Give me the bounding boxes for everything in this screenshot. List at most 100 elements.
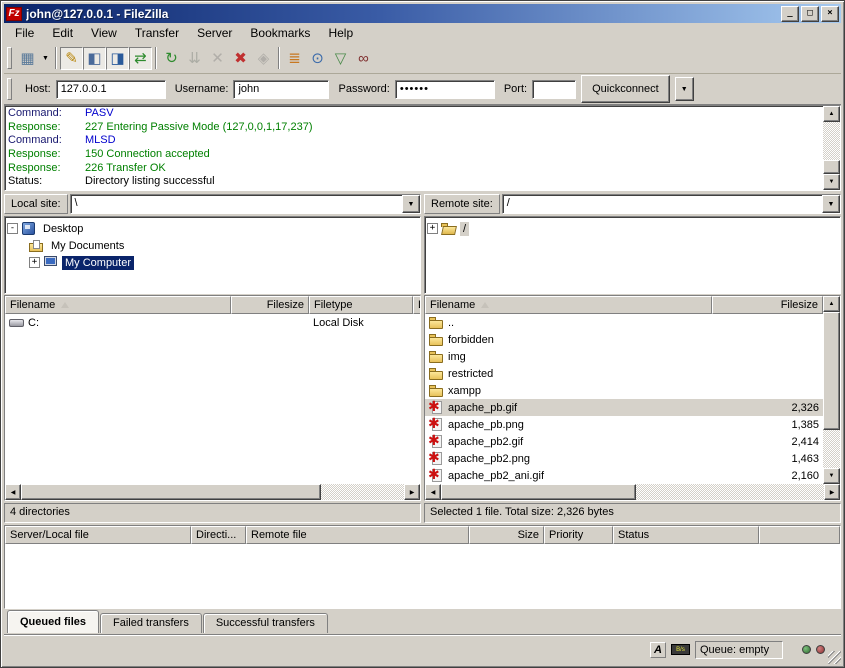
- table-row-selected[interactable]: apache_pb.gif 2,326: [425, 399, 823, 416]
- column-header-direction[interactable]: Directi...: [191, 526, 246, 544]
- tree-item-label[interactable]: My Computer: [62, 256, 134, 270]
- menu-edit[interactable]: Edit: [43, 24, 82, 42]
- scroll-thumb[interactable]: [441, 484, 636, 500]
- menu-help[interactable]: Help: [319, 24, 362, 42]
- remote-horizontal-scrollbar[interactable]: ◀ ▶: [425, 484, 840, 500]
- quickconnect-dropdown-icon[interactable]: ▼: [675, 77, 694, 101]
- scroll-left-icon[interactable]: ◀: [425, 484, 441, 500]
- directory-comparison-icon[interactable]: ≣: [283, 47, 306, 70]
- menu-server[interactable]: Server: [188, 24, 241, 42]
- table-row[interactable]: apache_pb2_ani.gif 2,160: [425, 467, 823, 484]
- port-input[interactable]: [532, 80, 576, 99]
- log-scrollbar[interactable]: ▲ ▼: [823, 106, 840, 190]
- chevron-down-icon[interactable]: ▼: [822, 195, 840, 213]
- resize-grip[interactable]: [828, 651, 841, 664]
- site-manager-dropdown-icon[interactable]: ▼: [39, 47, 52, 70]
- scroll-track[interactable]: [823, 430, 840, 468]
- transfer-type-icon[interactable]: A: [650, 642, 666, 658]
- column-header-status[interactable]: Status: [613, 526, 759, 544]
- tab-queued-files[interactable]: Queued files: [7, 610, 99, 633]
- toggle-local-tree-icon[interactable]: ◧: [83, 47, 106, 70]
- scroll-thumb[interactable]: [823, 160, 840, 174]
- table-row[interactable]: apache_pb.png 1,385: [425, 416, 823, 433]
- column-header-filetype[interactable]: Filetype: [309, 296, 413, 314]
- expand-icon[interactable]: +: [427, 223, 438, 234]
- chevron-down-icon[interactable]: ▼: [402, 195, 420, 213]
- menu-transfer[interactable]: Transfer: [126, 24, 188, 42]
- toggle-queue-icon[interactable]: ⇄: [129, 47, 152, 70]
- toggle-remote-tree-icon[interactable]: ◨: [106, 47, 129, 70]
- cancel-icon[interactable]: ✕: [206, 47, 229, 70]
- host-input[interactable]: 127.0.0.1: [56, 80, 166, 99]
- column-header-remote-file[interactable]: Remote file: [246, 526, 469, 544]
- local-site-value[interactable]: \: [71, 195, 402, 213]
- scroll-track[interactable]: [823, 122, 840, 160]
- collapse-icon[interactable]: -: [7, 223, 18, 234]
- scroll-down-icon[interactable]: ▼: [823, 174, 840, 190]
- reconnect-icon[interactable]: ◈: [252, 47, 275, 70]
- scroll-up-icon[interactable]: ▲: [823, 296, 840, 312]
- table-row[interactable]: C: Local Disk: [5, 314, 420, 331]
- username-input[interactable]: john: [233, 80, 329, 99]
- scroll-track[interactable]: [321, 484, 404, 500]
- scroll-left-icon[interactable]: ◀: [5, 484, 21, 500]
- tree-item-my-documents[interactable]: My Documents: [29, 237, 418, 254]
- tree-item-label[interactable]: /: [460, 222, 469, 236]
- tree-item-desktop[interactable]: - Desktop: [7, 220, 418, 237]
- table-row[interactable]: img: [425, 348, 823, 365]
- scroll-thumb[interactable]: [823, 312, 840, 430]
- local-site-combo[interactable]: \ ▼: [70, 194, 421, 214]
- column-header-size[interactable]: Size: [469, 526, 544, 544]
- scroll-up-icon[interactable]: ▲: [823, 106, 840, 122]
- scroll-thumb[interactable]: [21, 484, 321, 500]
- table-row[interactable]: ..: [425, 314, 823, 331]
- synchronized-browsing-icon[interactable]: ⊙: [306, 47, 329, 70]
- remote-site-combo[interactable]: / ▼: [502, 194, 841, 214]
- process-queue-icon[interactable]: ⇊: [183, 47, 206, 70]
- scroll-right-icon[interactable]: ▶: [404, 484, 420, 500]
- local-horizontal-scrollbar[interactable]: ◀ ▶: [5, 484, 420, 500]
- menu-view[interactable]: View: [82, 24, 126, 42]
- table-row[interactable]: apache_pb2.png 1,463: [425, 450, 823, 467]
- site-manager-icon[interactable]: ▦: [16, 47, 39, 70]
- tab-successful-transfers[interactable]: Successful transfers: [203, 613, 328, 633]
- table-row[interactable]: forbidden: [425, 331, 823, 348]
- column-header-last-modified[interactable]: L: [413, 296, 420, 314]
- remote-site-value[interactable]: /: [503, 195, 822, 213]
- scroll-track[interactable]: [636, 484, 824, 500]
- find-files-icon[interactable]: ∞: [352, 47, 375, 70]
- table-row[interactable]: apache_pb2.gif 2,414: [425, 433, 823, 450]
- column-header-label: Filename: [430, 299, 475, 311]
- disconnect-icon[interactable]: ✖: [229, 47, 252, 70]
- table-row[interactable]: xampp: [425, 382, 823, 399]
- password-input[interactable]: ••••••: [395, 80, 495, 99]
- toggle-message-log-icon[interactable]: ✎: [60, 47, 83, 70]
- column-header-filename[interactable]: Filename: [5, 296, 231, 314]
- scroll-down-icon[interactable]: ▼: [823, 468, 840, 484]
- scroll-right-icon[interactable]: ▶: [824, 484, 840, 500]
- column-header-server-local-file[interactable]: Server/Local file: [5, 526, 191, 544]
- local-pane: Local site: \ ▼ - Desktop My Documents +: [4, 193, 421, 523]
- maximize-button[interactable]: □: [801, 6, 819, 22]
- filter-icon[interactable]: ▽: [329, 47, 352, 70]
- column-header-filesize[interactable]: Filesize: [231, 296, 309, 314]
- speed-limit-icon[interactable]: B/s: [671, 644, 690, 655]
- minimize-button[interactable]: _: [781, 6, 799, 22]
- menu-bookmarks[interactable]: Bookmarks: [241, 24, 319, 42]
- quickconnect-button[interactable]: Quickconnect: [581, 75, 670, 103]
- column-header-priority[interactable]: Priority: [544, 526, 613, 544]
- column-header-label: Priority: [549, 529, 583, 541]
- tree-item-root[interactable]: + /: [427, 220, 838, 237]
- remote-vertical-scrollbar[interactable]: ▲ ▼: [823, 296, 840, 484]
- column-header-filename[interactable]: Filename: [425, 296, 712, 314]
- refresh-icon[interactable]: ↻: [160, 47, 183, 70]
- close-button[interactable]: ×: [821, 6, 839, 22]
- menu-file[interactable]: File: [6, 24, 43, 42]
- expand-icon[interactable]: +: [29, 257, 40, 268]
- column-header-filesize[interactable]: Filesize: [712, 296, 823, 314]
- tree-item-my-computer[interactable]: + My Computer: [29, 254, 418, 271]
- table-row[interactable]: restricted: [425, 365, 823, 382]
- tree-item-label[interactable]: My Documents: [48, 239, 127, 253]
- tree-item-label[interactable]: Desktop: [40, 222, 86, 236]
- tab-failed-transfers[interactable]: Failed transfers: [100, 613, 202, 633]
